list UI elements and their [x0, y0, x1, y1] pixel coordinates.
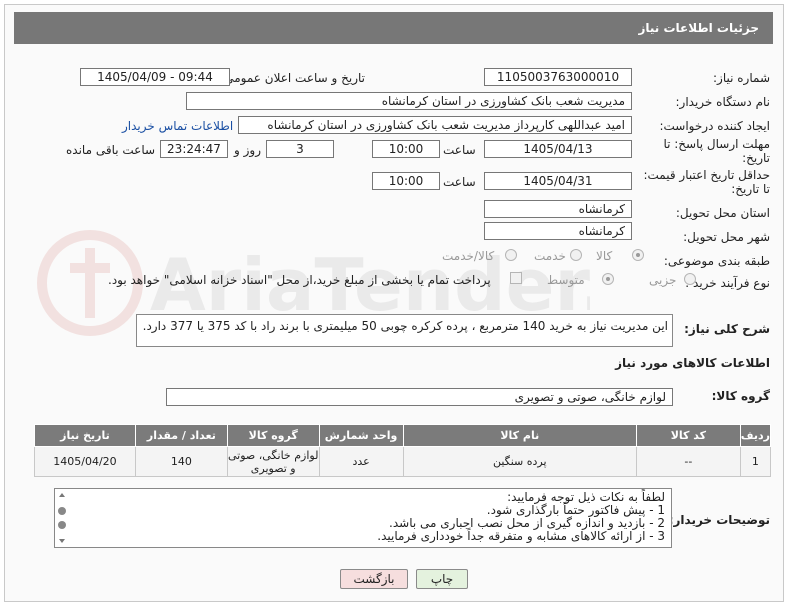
- goods-table: ردیف کد کالا نام کالا واحد شمارش گروه کا…: [34, 424, 772, 477]
- time-remaining-label: ساعت باقی مانده: [66, 143, 156, 157]
- process-radio-minor[interactable]: [684, 273, 696, 285]
- time-remaining-field: 23:24:47: [160, 140, 228, 158]
- description-text: این مدیریت نیاز به خرید 140 مترمربع ، پر…: [142, 319, 668, 333]
- process-label: نوع فرآیند خرید :: [685, 276, 770, 290]
- goods-info-title: اطلاعات کالاهای مورد نیاز: [615, 356, 770, 370]
- cell-row: 1: [739, 446, 772, 477]
- cell-code: --: [636, 446, 741, 477]
- cell-name: پرده سنگین: [402, 446, 638, 477]
- announce-label: تاریخ و ساعت اعلان عمومی:: [220, 71, 365, 85]
- buyer-org-field: مدیریت شعب بانک کشاورزی در استان کرمانشا…: [186, 92, 632, 110]
- notes-scrollbar[interactable]: [55, 489, 69, 547]
- need-number-label: شماره نیاز:: [713, 71, 770, 85]
- cell-qty: 140: [134, 446, 228, 477]
- days-remaining-field: 3: [266, 140, 334, 158]
- category-radio-goods[interactable]: [632, 249, 644, 261]
- price-validity-label-line2: تا تاریخ:: [731, 182, 770, 196]
- scroll-down-icon: [59, 539, 65, 543]
- description-textarea[interactable]: این مدیریت نیاز به خرید 140 مترمربع ، پر…: [136, 314, 673, 347]
- back-button[interactable]: بازگشت: [340, 569, 408, 589]
- category-radio-service[interactable]: [570, 249, 582, 261]
- deadline-time-field: 10:00: [372, 140, 440, 158]
- col-code-header: کد کالا: [636, 424, 741, 447]
- print-button[interactable]: چاپ: [416, 569, 468, 589]
- requester-label: ایجاد کننده درخواست:: [659, 119, 770, 133]
- col-unit-header: واحد شمارش: [318, 424, 404, 447]
- contact-buyer-link[interactable]: اطلاعات تماس خریدار: [122, 119, 233, 133]
- buyer-notes-line: 3 - از ارائه کالاهای مشابه و متفرقه جداً…: [377, 529, 665, 543]
- requester-field: امید عبداللهی کارپرداز مدیریت شعب بانک ک…: [238, 116, 632, 134]
- scroll-thumb-icon: [58, 521, 66, 529]
- col-date-header: تاریخ نیاز: [34, 424, 136, 447]
- buyer-notes-textarea[interactable]: لطفاً به نکات ذیل توجه فرمایید: 1 - پیش …: [54, 488, 672, 548]
- deadline-date-field: 1405/04/13: [484, 140, 632, 158]
- category-option-service: خدمت: [534, 249, 566, 263]
- category-label: طبقه بندی موضوعی:: [663, 254, 770, 268]
- deadline-time-label: ساعت: [443, 143, 476, 157]
- process-option-medium: متوسط: [547, 273, 585, 287]
- category-radio-goods-service[interactable]: [505, 249, 517, 261]
- deadline-label-line1: مهلت ارسال پاسخ: تا: [663, 137, 770, 151]
- price-validity-time-label: ساعت: [443, 175, 476, 189]
- scroll-up-icon: [59, 493, 65, 497]
- col-qty-header: تعداد / مقدار: [134, 424, 228, 447]
- goods-table-header: ردیف کد کالا نام کالا واحد شمارش گروه کا…: [34, 424, 772, 447]
- price-validity-label-line1: حداقل تاریخ اعتبار قیمت:: [643, 168, 770, 182]
- price-validity-time-field: 10:00: [372, 172, 440, 190]
- col-group-header: گروه کالا: [226, 424, 320, 447]
- need-number-field: 1105003763000010: [484, 68, 632, 86]
- description-label: شرح کلی نیاز:: [684, 322, 770, 336]
- cell-unit: عدد: [318, 446, 404, 477]
- treasury-payment-checkbox[interactable]: [510, 272, 522, 284]
- price-validity-date-field: 1405/04/31: [484, 172, 632, 190]
- treasury-payment-note: پرداخت تمام یا بخشی از مبلغ خرید،از محل …: [108, 273, 491, 287]
- cell-group: لوازم خانگی، صوتی و تصویری: [226, 446, 320, 477]
- buyer-notes-label: توضیحات خریدار:: [668, 513, 770, 527]
- process-option-minor: جزیی: [649, 273, 677, 287]
- days-label: روز و: [234, 143, 261, 157]
- page-title: جزئیات اطلاعات نیاز: [638, 21, 759, 35]
- buyer-org-label: نام دستگاه خریدار:: [675, 95, 771, 109]
- scroll-thumb-icon: [58, 507, 66, 515]
- city-label: شهر محل تحویل:: [683, 230, 770, 244]
- table-row: 1 -- پرده سنگین عدد لوازم خانگی، صوتی و …: [34, 446, 772, 477]
- deadline-label-line2: تاریخ:: [742, 151, 770, 165]
- province-label: استان محل تحویل:: [675, 206, 770, 220]
- announce-field: 1405/04/09 - 09:44: [80, 68, 230, 86]
- col-row-header: ردیف: [739, 424, 772, 447]
- goods-group-label: گروه کالا:: [711, 389, 770, 403]
- province-field: کرمانشاه: [484, 200, 632, 218]
- goods-group-field: لوازم خانگی، صوتی و تصویری: [166, 388, 673, 406]
- page-header: جزئیات اطلاعات نیاز: [14, 12, 773, 44]
- process-radio-medium[interactable]: [602, 273, 614, 285]
- col-name-header: نام کالا: [402, 424, 638, 447]
- city-field: کرمانشاه: [484, 222, 632, 240]
- category-option-goods-service: کالا/خدمت: [442, 249, 495, 263]
- category-option-goods: کالا: [596, 249, 613, 263]
- cell-date: 1405/04/20: [34, 446, 136, 477]
